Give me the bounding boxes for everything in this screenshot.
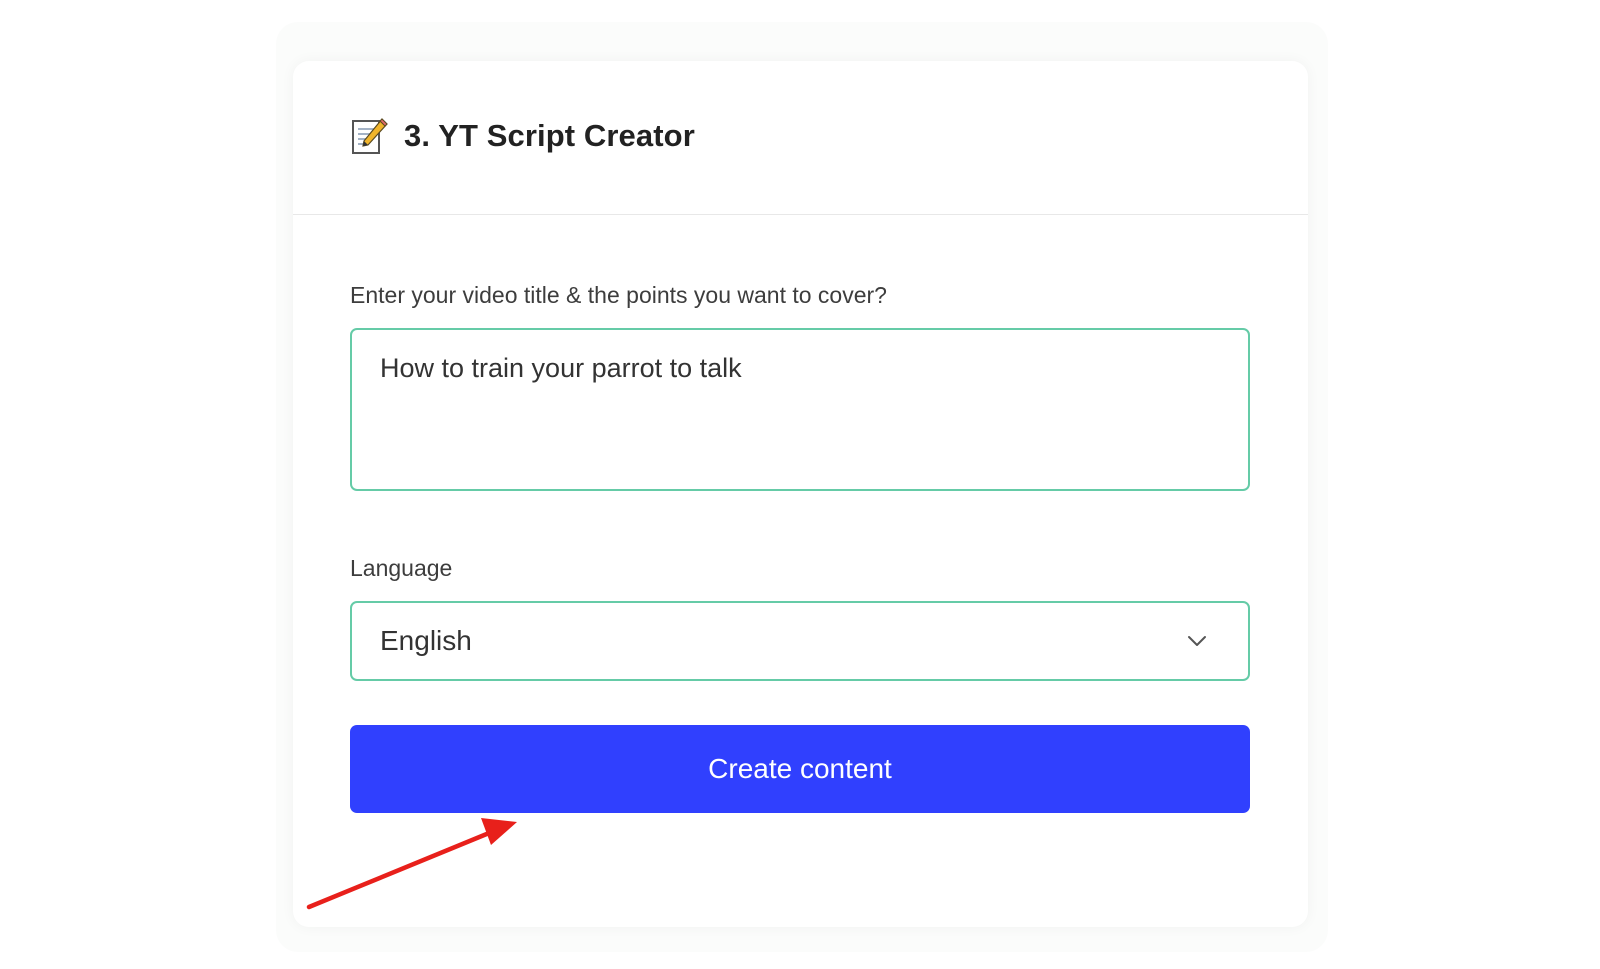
language-selected-value: English [380, 625, 472, 656]
create-content-button[interactable]: Create content [350, 725, 1250, 813]
language-label: Language [350, 555, 453, 581]
card-title: 3. YT Script Creator [404, 118, 695, 153]
video-prompt-value: How to train your parrot to talk [380, 353, 742, 383]
script-creator-card: 3. YT Script Creator Enter your video ti… [293, 61, 1308, 927]
video-prompt-textarea[interactable]: How to train your parrot to talk [350, 328, 1250, 491]
page-background: 3. YT Script Creator Enter your video ti… [0, 0, 1600, 969]
language-select[interactable]: English [350, 601, 1250, 681]
prompt-label: Enter your video title & the points you … [350, 282, 887, 308]
memo-pencil-icon [351, 116, 389, 156]
chevron-down-icon [1186, 630, 1208, 652]
card-header: 3. YT Script Creator [293, 61, 1308, 215]
